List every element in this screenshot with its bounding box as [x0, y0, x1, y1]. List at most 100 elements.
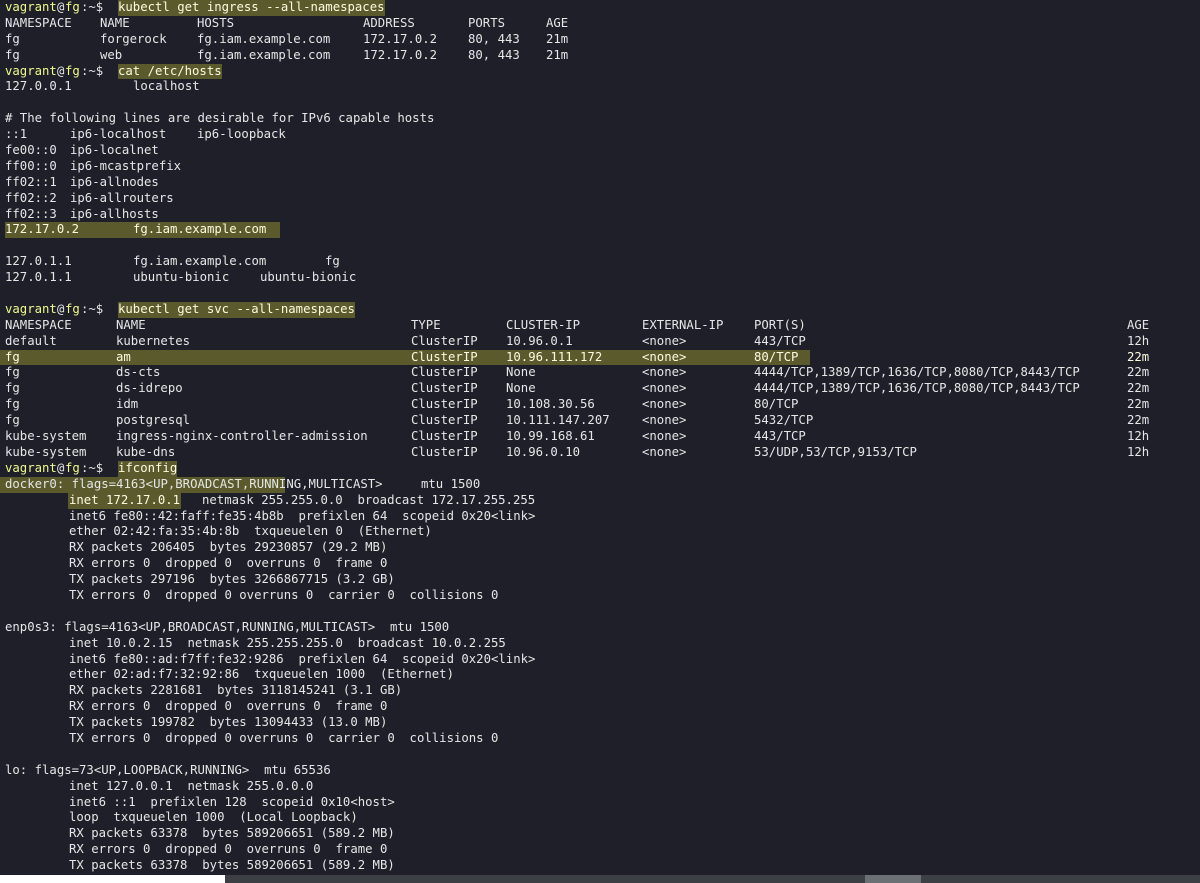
ingress-cell: forgerock	[100, 31, 167, 46]
hosts-ip: ff00::0	[5, 158, 57, 173]
hosts-ip: 172.17.0.2	[5, 222, 80, 237]
iface-detail: RX errors 0 dropped 0 overruns 0 frame 0	[69, 842, 388, 857]
iface-detail: TX packets 199782 bytes 13094433 (13.0 M…	[69, 715, 388, 730]
svc-cell: <none>	[642, 413, 687, 428]
hosts-ip: ff02::3	[5, 206, 57, 221]
blank	[5, 95, 1200, 111]
svc-cell: 12h	[1127, 429, 1150, 444]
svc-cell: 10.99.168.61	[506, 429, 595, 444]
svc-header-cell: AGE	[1127, 317, 1150, 332]
svc-cell: 10.111.147.207	[506, 413, 610, 428]
prompt-host: fg	[65, 0, 80, 14]
svc-cell: idm	[116, 397, 139, 412]
hosts-name: fg.iam.example.com	[133, 222, 267, 237]
svc-header-cell: CLUSTER-IP	[506, 317, 581, 332]
hosts-name: ip6-allhosts	[70, 206, 159, 221]
svc-row: fg postgresql ClusterIP 10.111.147.207 <none…	[5, 413, 1200, 429]
enp0s3-line: RX errors 0 dropped 0 overruns 0 frame 0	[5, 699, 1200, 715]
svc-cell: fg	[5, 413, 20, 428]
svc-row: default kubernetes ClusterIP 10.96.0.1 <none…	[5, 334, 1200, 350]
ingress-header-cell: HOSTS	[197, 15, 235, 30]
ingress-header-cell: NAME	[100, 15, 130, 30]
scrollbar-track[interactable]	[225, 875, 1200, 883]
ingress-cell: fg.iam.example.com	[197, 47, 331, 62]
hosts-alias: ubuntu-bionic	[260, 270, 357, 285]
svc-cell: am	[116, 349, 131, 364]
svc-row: kube-system kube-dns ClusterIP 10.96.0.10 <n…	[5, 445, 1200, 461]
hosts-alias: fg	[325, 254, 340, 269]
ingress-cell: fg.iam.example.com	[197, 31, 331, 46]
blank	[5, 286, 1200, 302]
prompt-at: @	[57, 301, 65, 316]
svc-cell: 22m	[1127, 349, 1150, 364]
hosts-ip: fe00::0	[5, 143, 57, 158]
blank	[5, 747, 1200, 763]
hosts-name: ip6-localnet	[70, 143, 159, 158]
hosts-v6-line: ff02::1 ip6-allnodes	[5, 175, 1200, 191]
hosts-v6-line: ff02::2 ip6-allrouters	[5, 191, 1200, 207]
blank	[5, 604, 1200, 620]
ingress-cell: 172.17.0.2	[363, 47, 438, 62]
iface-detail: RX errors 0 dropped 0 overruns 0 frame 0	[69, 699, 388, 714]
prompt-sep: :~$	[81, 63, 111, 78]
svc-cell: 12h	[1127, 444, 1150, 459]
svc-cell: postgresql	[116, 413, 191, 428]
iface-detail: TX errors 0 dropped 0 overruns 0 carrier…	[69, 587, 499, 602]
hosts-v6-line: ff02::3 ip6-allhosts	[5, 207, 1200, 223]
svc-cell: fg	[5, 349, 20, 364]
lo-line: TX packets 63378 bytes 589206651 (589.2 …	[5, 858, 1200, 874]
command-text: ifconfig	[118, 460, 178, 477]
docker0-line: inet6 fe80::42:faff:fe35:4b8b prefixlen …	[5, 509, 1200, 525]
svc-cell: 53/UDP,53/TCP,9153/TCP	[754, 444, 917, 459]
iface-flags: docker0: flags=4163<UP,BROADCAST,RUNNING…	[5, 476, 383, 491]
svc-cell: kube-system	[5, 429, 87, 444]
lo-line: loop txqueuelen 1000 (Local Loopback)	[5, 810, 1200, 826]
prompt-host: fg	[65, 301, 80, 316]
horizontal-scrollbar[interactable]	[0, 875, 1200, 883]
prompt-line-ifconfig: vagrant @ fg:~$ ifconfig	[5, 460, 1200, 477]
ingress-cell: 80, 443	[468, 31, 520, 46]
svc-cell: ClusterIP	[411, 444, 478, 459]
svc-cell: 22m	[1127, 365, 1150, 380]
prompt-user: vagrant	[5, 0, 57, 14]
prompt-user: vagrant	[5, 301, 57, 316]
svc-cell: <none>	[642, 429, 687, 444]
docker0-flags: docker0: flags=4163<UP,BROADCAST,RUNNING…	[0, 476, 480, 493]
prompt-host: fg	[65, 63, 80, 78]
enp0s3-line: inet6 fe80::ad:f7ff:fe32:9286 prefixlen …	[5, 652, 1200, 668]
svc-cell: 22m	[1127, 413, 1150, 428]
hosts-name: ubuntu-bionic	[133, 270, 230, 285]
ingress-row: fg forgerock fg.iam.example.com 172.17.0.2 8…	[5, 32, 1200, 48]
svc-cell: None	[506, 365, 536, 380]
iface-detail: inet6 ::1 prefixlen 128 scopeid 0x10<hos…	[69, 794, 395, 809]
svc-cell: 22m	[1127, 381, 1150, 396]
enp0s3-line: RX packets 2281681 bytes 3118145241 (3.1…	[5, 683, 1200, 699]
svc-cell: <none>	[642, 397, 687, 412]
svc-cell: <none>	[642, 333, 687, 348]
ingress-cell: 21m	[546, 47, 569, 62]
hosts-v6-line: ff00::0 ip6-mcastprefix	[5, 159, 1200, 175]
enp0s3-line: TX errors 0 dropped 0 overruns 0 carrier…	[5, 731, 1200, 747]
iface-detail: RX errors 0 dropped 0 overruns 0 frame 0	[69, 556, 388, 571]
iface-detail: inet6 fe80::42:faff:fe35:4b8b prefixlen …	[69, 508, 536, 523]
terminal-window[interactable]: vagrant @ fg:~$ kubectl get ingress --all-…	[0, 0, 1200, 875]
ingress-header: NAMESPACE NAME HOSTS ADDRESS PORTS AGE	[5, 16, 1200, 32]
svc-row: kube-system ingress-nginx-controller-admi…	[5, 429, 1200, 445]
svc-cell: ds-cts	[116, 365, 161, 380]
hosts-name: localhost	[133, 79, 200, 94]
svc-cell: 4444/TCP,1389/TCP,1636/TCP,8080/TCP,8443…	[754, 365, 1080, 380]
svc-header-cell: NAMESPACE	[5, 317, 72, 332]
lo-line: RX packets 63378 bytes 589206651 (589.2 …	[5, 826, 1200, 842]
svc-header: NAMESPACE NAME TYPE CLUSTER-IP EXTERNAL-IP PO…	[5, 318, 1200, 334]
scrollbar-thumb[interactable]	[865, 875, 921, 883]
docker0-line: TX packets 297196 bytes 3266867715 (3.2 …	[5, 572, 1200, 588]
svc-cell: 10.96.0.10	[506, 444, 581, 459]
svc-cell: ingress-nginx-controller-admission	[116, 429, 368, 444]
hosts-name: ip6-localhost	[70, 127, 167, 142]
svc-cell: fg	[5, 381, 20, 396]
hosts-highlight-line: 172.17.0.2 fg.iam.example.com	[5, 222, 280, 239]
hosts-ip: ff02::2	[5, 190, 57, 205]
command-text: kubectl get svc --all-namespaces	[118, 301, 355, 318]
svc-cell: <none>	[642, 365, 687, 380]
hosts-comment: # The following lines are desirable for …	[5, 111, 1200, 127]
